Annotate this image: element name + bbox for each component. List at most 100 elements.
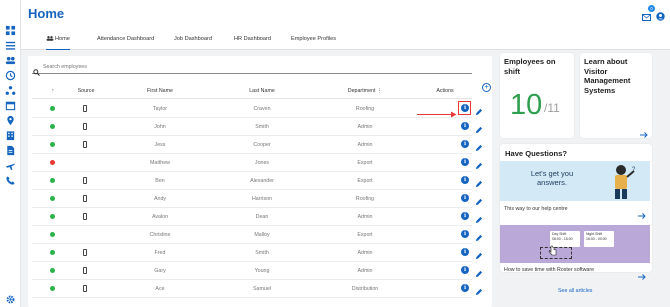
table-row[interactable]: Gary Young Admin i (32, 262, 483, 280)
last-name-cell: Malloy (254, 232, 270, 238)
info-icon[interactable]: i (461, 140, 469, 148)
employees-on-shift-card[interactable]: Employees on shift 10 /11 (500, 53, 574, 138)
info-icon[interactable]: i (461, 176, 469, 184)
document-icon[interactable] (5, 145, 16, 156)
header-department[interactable]: Department ⋮ (348, 88, 382, 94)
edit-pencil-icon[interactable] (475, 211, 483, 229)
list-icon[interactable] (5, 40, 16, 51)
edit-pencil-icon[interactable] (475, 283, 483, 301)
card-title: Have Questions? (505, 149, 568, 158)
table-row[interactable]: Taylor Craven Roofing i (32, 100, 483, 118)
info-icon[interactable]: i (461, 248, 469, 256)
status-dot (50, 286, 55, 291)
settings-gear-icon[interactable] (5, 294, 16, 305)
mobile-source-icon (83, 267, 87, 274)
user-avatar-icon[interactable] (656, 8, 665, 26)
mobile-source-icon (83, 285, 87, 292)
card-title: Learn about Visitor Management Systems (584, 57, 631, 95)
info-icon[interactable]: i (461, 230, 469, 238)
first-name-cell: Ace (155, 286, 165, 292)
help-centre-link[interactable]: This way to our help centre (504, 206, 568, 212)
tab-home[interactable]: Home (46, 33, 70, 50)
edit-pencil-icon[interactable] (475, 229, 483, 247)
edit-pencil-icon[interactable] (475, 175, 483, 193)
status-dot (50, 160, 55, 165)
sort-arrow-icon[interactable]: ↑ (52, 88, 55, 94)
visitor-management-card[interactable]: Learn about Visitor Management Systems (580, 53, 652, 138)
search-bar (32, 62, 472, 76)
header-last-name[interactable]: Last Name (249, 88, 275, 94)
first-name-cell: Taylor (152, 106, 168, 112)
roster-article-link[interactable]: How to save time with Roster software (504, 267, 594, 273)
status-dot (50, 232, 55, 237)
info-icon[interactable]: i (461, 266, 469, 274)
filter-icon[interactable]: ⋮ (377, 88, 382, 94)
info-icon[interactable]: i (461, 194, 469, 202)
roster-promo-banner[interactable]: Day Shift 08:00 - 16:00 Night Shift 16:00 … (500, 225, 650, 263)
edit-pencil-icon[interactable] (475, 139, 483, 157)
info-icon[interactable]: i (461, 284, 469, 292)
phone-icon[interactable] (5, 175, 16, 186)
night-shift-tile: Night Shift 16:00 - 00:00 (584, 231, 614, 247)
tab-attendance-dashboard[interactable]: Attendance Dashboard (97, 33, 154, 50)
table-row[interactable]: Avalon Dean Admin i (32, 208, 483, 226)
cursor-hand-icon (548, 243, 557, 261)
table-row[interactable]: John Smith Admin i (32, 118, 483, 136)
tab-hr-dashboard[interactable]: HR Dashboard (234, 33, 271, 50)
header-source[interactable]: Source (78, 88, 95, 94)
building-icon[interactable] (5, 130, 16, 141)
edit-pencil-icon[interactable] (475, 265, 483, 283)
person-illustration: ? (615, 165, 636, 199)
mobile-source-icon (83, 105, 87, 112)
last-name-cell: Harrison (251, 196, 273, 202)
arrow-right-icon[interactable] (640, 125, 648, 143)
calendar-icon[interactable] (5, 100, 16, 111)
clock-icon[interactable] (5, 70, 16, 81)
first-name-cell: Gary (154, 268, 166, 274)
mobile-source-icon (83, 141, 87, 148)
table-row[interactable]: Andy Harrison Roofing i (32, 190, 483, 208)
last-name-cell: Smith (255, 124, 269, 130)
mobile-source-icon (83, 195, 87, 202)
edit-pencil-icon[interactable] (475, 121, 483, 139)
arrow-right-icon[interactable] (638, 206, 646, 224)
table-row[interactable]: Ben Alexander Export i (32, 172, 483, 190)
inbox-icon[interactable]: 0 (642, 5, 655, 26)
tab-employee-profiles[interactable]: Employee Profiles (291, 33, 336, 50)
last-name-cell: Dean (255, 214, 269, 220)
table-row[interactable]: Ace Samuel Distribution i (32, 280, 483, 298)
status-dot (50, 142, 55, 147)
day-shift-label: Day Shift (552, 232, 567, 236)
location-pin-icon[interactable] (5, 115, 16, 126)
edit-pencil-icon[interactable] (475, 157, 483, 175)
edit-pencil-icon[interactable] (475, 193, 483, 211)
dashboard-icon[interactable] (5, 25, 16, 36)
table-row[interactable]: Fred Smith Admin i (32, 244, 483, 262)
department-cell: Roofing (355, 106, 375, 112)
edit-pencil-icon[interactable] (475, 247, 483, 265)
edit-pencil-icon[interactable] (475, 103, 483, 121)
mobile-source-icon (83, 177, 87, 184)
org-chart-icon[interactable] (5, 85, 16, 96)
tab-job-dashboard[interactable]: Job Dashboard (174, 33, 212, 50)
people-icon[interactable] (5, 55, 16, 66)
topbar: Home 0 Home Attendance Dashboard Job Das… (21, 0, 670, 50)
add-employee-button[interactable]: + (482, 83, 491, 92)
see-all-articles-link[interactable]: See all articles (558, 288, 592, 294)
table-row[interactable]: Christine Malloy Export i (32, 226, 483, 244)
last-name-cell: Young (254, 268, 270, 274)
status-dot (50, 250, 55, 255)
table-row[interactable]: Matthew Jones Export i (32, 154, 483, 172)
search-input[interactable] (43, 64, 343, 70)
table-row[interactable]: Jess Cooper Admin i (32, 136, 483, 154)
info-icon[interactable]: i (461, 212, 469, 220)
tab-bar: Home Attendance Dashboard Job Dashboard … (21, 33, 670, 50)
header-first-name[interactable]: First Name (147, 88, 173, 94)
status-dot (50, 124, 55, 129)
plane-icon[interactable] (5, 160, 16, 171)
info-icon[interactable]: i (461, 122, 469, 130)
help-promo-banner[interactable]: Let's get you answers. ? (500, 161, 650, 201)
arrow-right-icon[interactable] (638, 267, 646, 285)
first-name-cell: Ben (155, 178, 165, 184)
info-icon[interactable]: i (461, 158, 469, 166)
